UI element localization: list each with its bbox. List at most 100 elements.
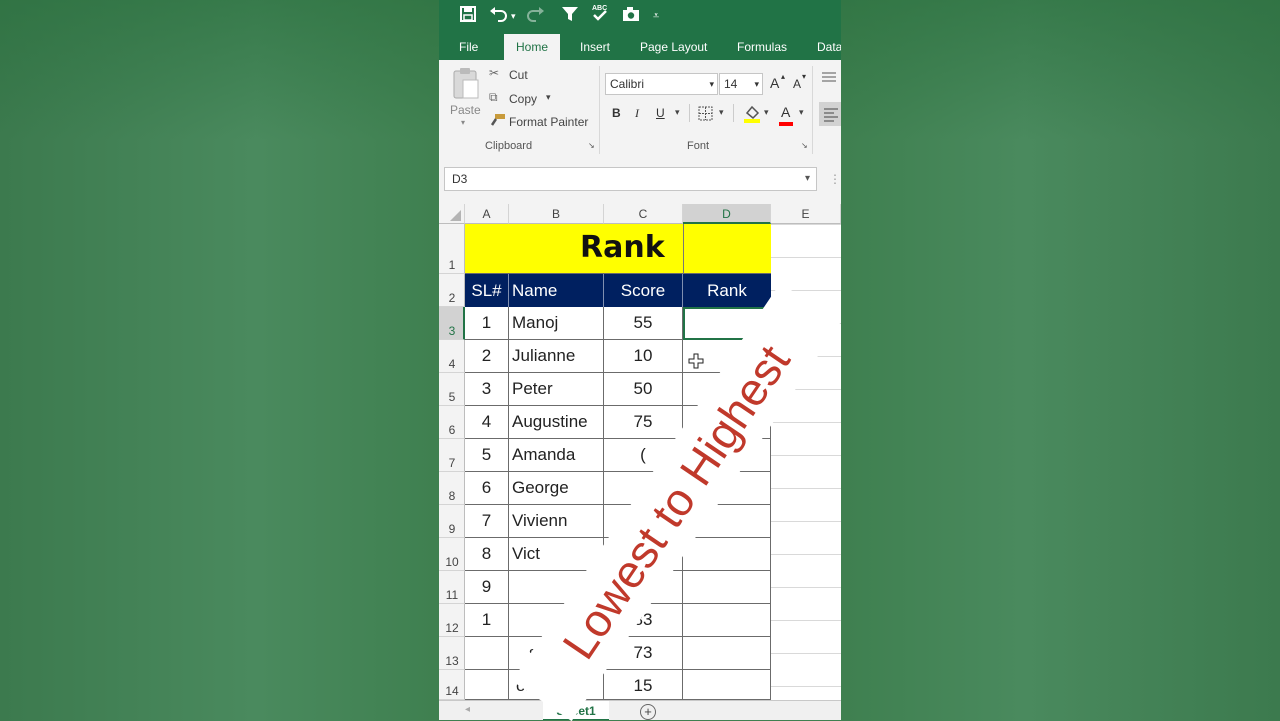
table-cell-sl[interactable] — [465, 637, 509, 670]
table-cell-sl[interactable]: 9 — [465, 571, 509, 604]
table-cell-name[interactable]: Vivienn — [509, 505, 604, 538]
row-header-10[interactable]: 10 — [439, 538, 465, 571]
font-name-dropdown-icon[interactable]: ▾ — [709, 74, 714, 94]
fill-color-icon[interactable] — [743, 104, 761, 127]
camera-icon[interactable] — [621, 5, 641, 29]
align-left-button[interactable] — [819, 102, 841, 126]
shrink-font-button[interactable]: A — [793, 77, 801, 91]
column-header-c[interactable]: C — [604, 204, 683, 224]
table-cell-sl[interactable]: 8 — [465, 538, 509, 571]
paste-icon[interactable] — [451, 66, 481, 100]
row-header-3[interactable]: 3 — [439, 307, 465, 340]
row-header-9[interactable]: 9 — [439, 505, 465, 538]
table-cell-name[interactable]: Manoj — [509, 307, 604, 340]
scroll-tabs-left-icon[interactable]: ◂ — [465, 704, 470, 715]
font-color-dropdown-icon[interactable]: ▾ — [799, 107, 804, 118]
orientation-icon[interactable] — [822, 71, 836, 86]
italic-button[interactable]: I — [635, 106, 639, 121]
table-cell-sl[interactable]: 5 — [465, 439, 509, 472]
header-sl[interactable]: SL# — [465, 274, 509, 307]
copy-dropdown-icon[interactable]: ▾ — [546, 92, 551, 103]
bold-button[interactable]: B — [612, 106, 621, 120]
row-header-1[interactable]: 1 — [439, 224, 465, 274]
row-header-11[interactable]: 11 — [439, 571, 465, 604]
font-size-box[interactable]: 14 ▾ — [719, 73, 763, 95]
header-name[interactable]: Name — [509, 274, 604, 307]
table-cell-name[interactable]: George — [509, 472, 604, 505]
copy-icon[interactable]: ⧉ — [489, 90, 498, 105]
table-cell-rank[interactable] — [683, 637, 771, 670]
header-score[interactable]: Score — [604, 274, 683, 307]
paste-button[interactable]: Paste — [450, 103, 481, 117]
column-header-d[interactable]: D — [683, 204, 771, 224]
name-box[interactable]: D3 ▾ — [444, 167, 817, 191]
table-cell-sl[interactable]: 4 — [465, 406, 509, 439]
row-header-2[interactable]: 2 — [439, 274, 465, 307]
column-header-b[interactable]: B — [509, 204, 604, 224]
table-cell-sl[interactable] — [465, 670, 509, 700]
borders-icon[interactable] — [698, 106, 713, 124]
clipboard-launcher-icon[interactable]: ↘ — [588, 141, 595, 150]
column-header-a[interactable]: A — [465, 204, 509, 224]
tab-data[interactable]: Data — [817, 40, 841, 54]
undo-icon[interactable] — [489, 5, 509, 29]
tab-formulas[interactable]: Formulas — [737, 40, 787, 54]
table-cell-sl[interactable]: 2 — [465, 340, 509, 373]
table-cell-name[interactable]: Peter — [509, 373, 604, 406]
table-cell-name[interactable]: Amanda — [509, 439, 604, 472]
table-cell-sl[interactable]: 3 — [465, 373, 509, 406]
row-header-8[interactable]: 8 — [439, 472, 465, 505]
grow-font-button[interactable]: A — [770, 75, 779, 91]
fill-color-dropdown-icon[interactable]: ▾ — [764, 107, 769, 118]
row-header-6[interactable]: 6 — [439, 406, 465, 439]
header-rank[interactable]: Rank — [683, 274, 771, 307]
tab-page-layout[interactable]: Page Layout — [640, 40, 707, 54]
underline-dropdown-icon[interactable]: ▾ — [675, 107, 680, 118]
select-all-corner[interactable] — [439, 204, 465, 224]
title-cell[interactable]: Rank — [465, 224, 771, 274]
cut-button[interactable]: Cut — [509, 68, 528, 82]
borders-dropdown-icon[interactable]: ▾ — [719, 107, 724, 118]
customize-qat-icon[interactable]: ⩡ — [653, 5, 659, 27]
format-painter-icon[interactable] — [490, 113, 506, 130]
name-box-dropdown-icon[interactable]: ▾ — [805, 168, 810, 190]
table-cell-rank[interactable] — [683, 604, 771, 637]
add-sheet-button[interactable]: + — [640, 704, 656, 720]
table-cell-sl[interactable]: 1 — [465, 604, 509, 637]
tab-home[interactable]: Home — [504, 34, 561, 60]
spelling-icon[interactable]: ABC — [591, 3, 609, 29]
table-cell-score[interactable]: 50 — [604, 373, 683, 406]
row-header-13[interactable]: 13 — [439, 637, 465, 670]
table-cell-rank[interactable] — [683, 670, 771, 700]
font-launcher-icon[interactable]: ↘ — [801, 141, 808, 150]
font-color-button[interactable]: A — [781, 104, 790, 120]
row-header-7[interactable]: 7 — [439, 439, 465, 472]
column-header-e[interactable]: E — [771, 204, 841, 224]
table-cell-score[interactable]: 10 — [604, 340, 683, 373]
row-header-4[interactable]: 4 — [439, 340, 465, 373]
undo-dropdown-icon[interactable]: ▾ — [511, 5, 516, 27]
table-cell-sl[interactable]: 1 — [465, 307, 509, 340]
underline-button[interactable]: U — [656, 106, 665, 120]
font-name-box[interactable]: Calibri ▾ — [605, 73, 718, 95]
tab-insert[interactable]: Insert — [580, 40, 610, 54]
paste-dropdown-icon[interactable]: ▾ — [461, 118, 465, 127]
font-size-dropdown-icon[interactable]: ▾ — [754, 74, 759, 94]
table-cell-rank[interactable] — [683, 538, 771, 571]
table-cell-sl[interactable]: 7 — [465, 505, 509, 538]
row-header-14[interactable]: 14 — [439, 670, 465, 700]
save-icon[interactable] — [459, 5, 477, 29]
copy-button[interactable]: Copy — [509, 92, 537, 106]
format-painter-button[interactable]: Format Painter — [509, 115, 588, 129]
table-cell-score[interactable]: 55 — [604, 307, 683, 340]
cut-icon[interactable]: ✂ — [489, 66, 499, 80]
table-cell-score[interactable]: 75 — [604, 406, 683, 439]
row-header-12[interactable]: 12 — [439, 604, 465, 637]
filter-icon[interactable] — [561, 5, 579, 29]
row-header-5[interactable]: 5 — [439, 373, 465, 406]
table-cell-name[interactable]: Augustine — [509, 406, 604, 439]
table-cell-rank[interactable] — [683, 571, 771, 604]
tab-file[interactable]: File — [459, 40, 478, 54]
table-cell-sl[interactable]: 6 — [465, 472, 509, 505]
table-cell-score[interactable]: 15 — [604, 670, 683, 700]
